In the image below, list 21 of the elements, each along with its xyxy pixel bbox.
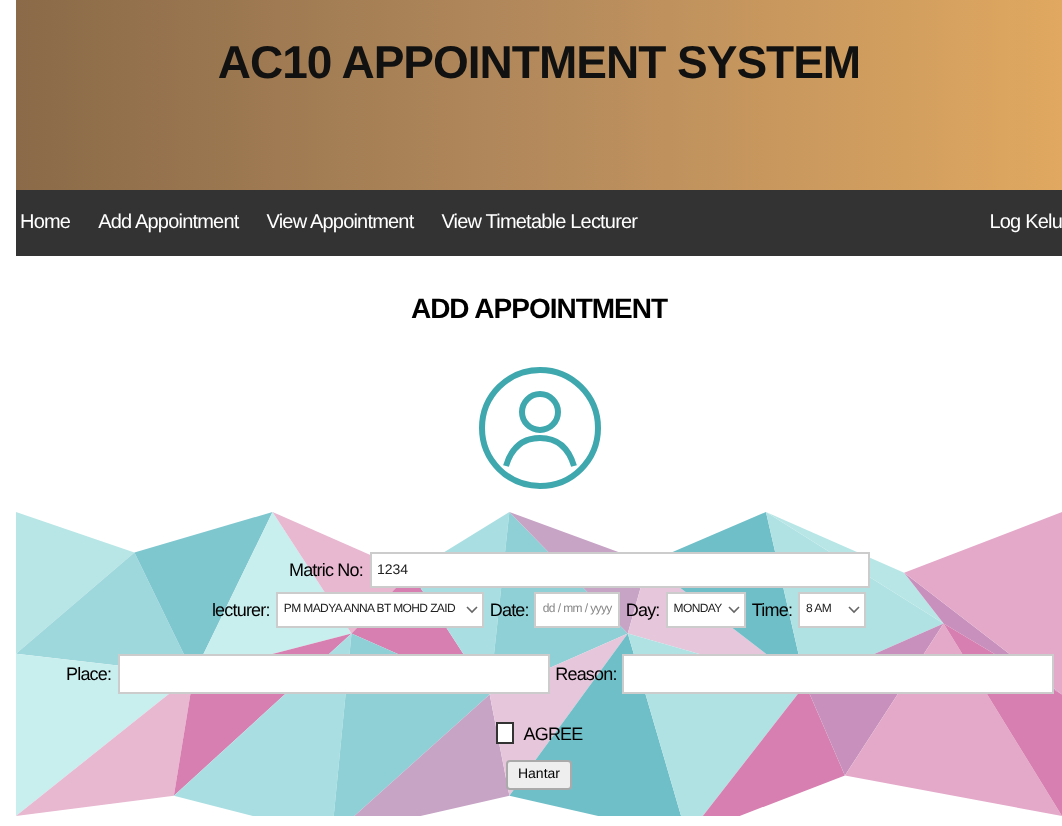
nav-link[interactable]: View Timetable Lecturer — [441, 212, 638, 234]
logout-link[interactable]: Log Kelu — [989, 212, 1062, 234]
checkbox-label: AGREE — [523, 723, 583, 743]
field-label: Day: — [625, 600, 660, 620]
reason-field[interactable] — [622, 654, 1055, 694]
caret-icon — [848, 606, 861, 614]
place-field[interactable] — [117, 654, 550, 694]
user-avatar-icon — [475, 364, 603, 492]
caret-icon — [727, 606, 740, 614]
nav-link[interactable]: Add Appointment — [98, 212, 239, 234]
field-label: Time: — [751, 600, 793, 620]
nav-link[interactable]: View Appointment — [266, 212, 414, 234]
page-title: ADD APPOINTMENT — [408, 292, 670, 324]
nav-link[interactable]: Home — [20, 212, 71, 234]
field-label: Matric No: — [288, 560, 363, 580]
caret-icon — [465, 606, 478, 614]
field-label: Date: — [489, 600, 529, 620]
site-title: AC10 APPOINTMENT SYSTEM — [215, 34, 863, 90]
field-label: Place: — [66, 664, 112, 684]
field-label: Reason: — [555, 664, 617, 684]
field-label: lecturer: — [211, 600, 270, 620]
